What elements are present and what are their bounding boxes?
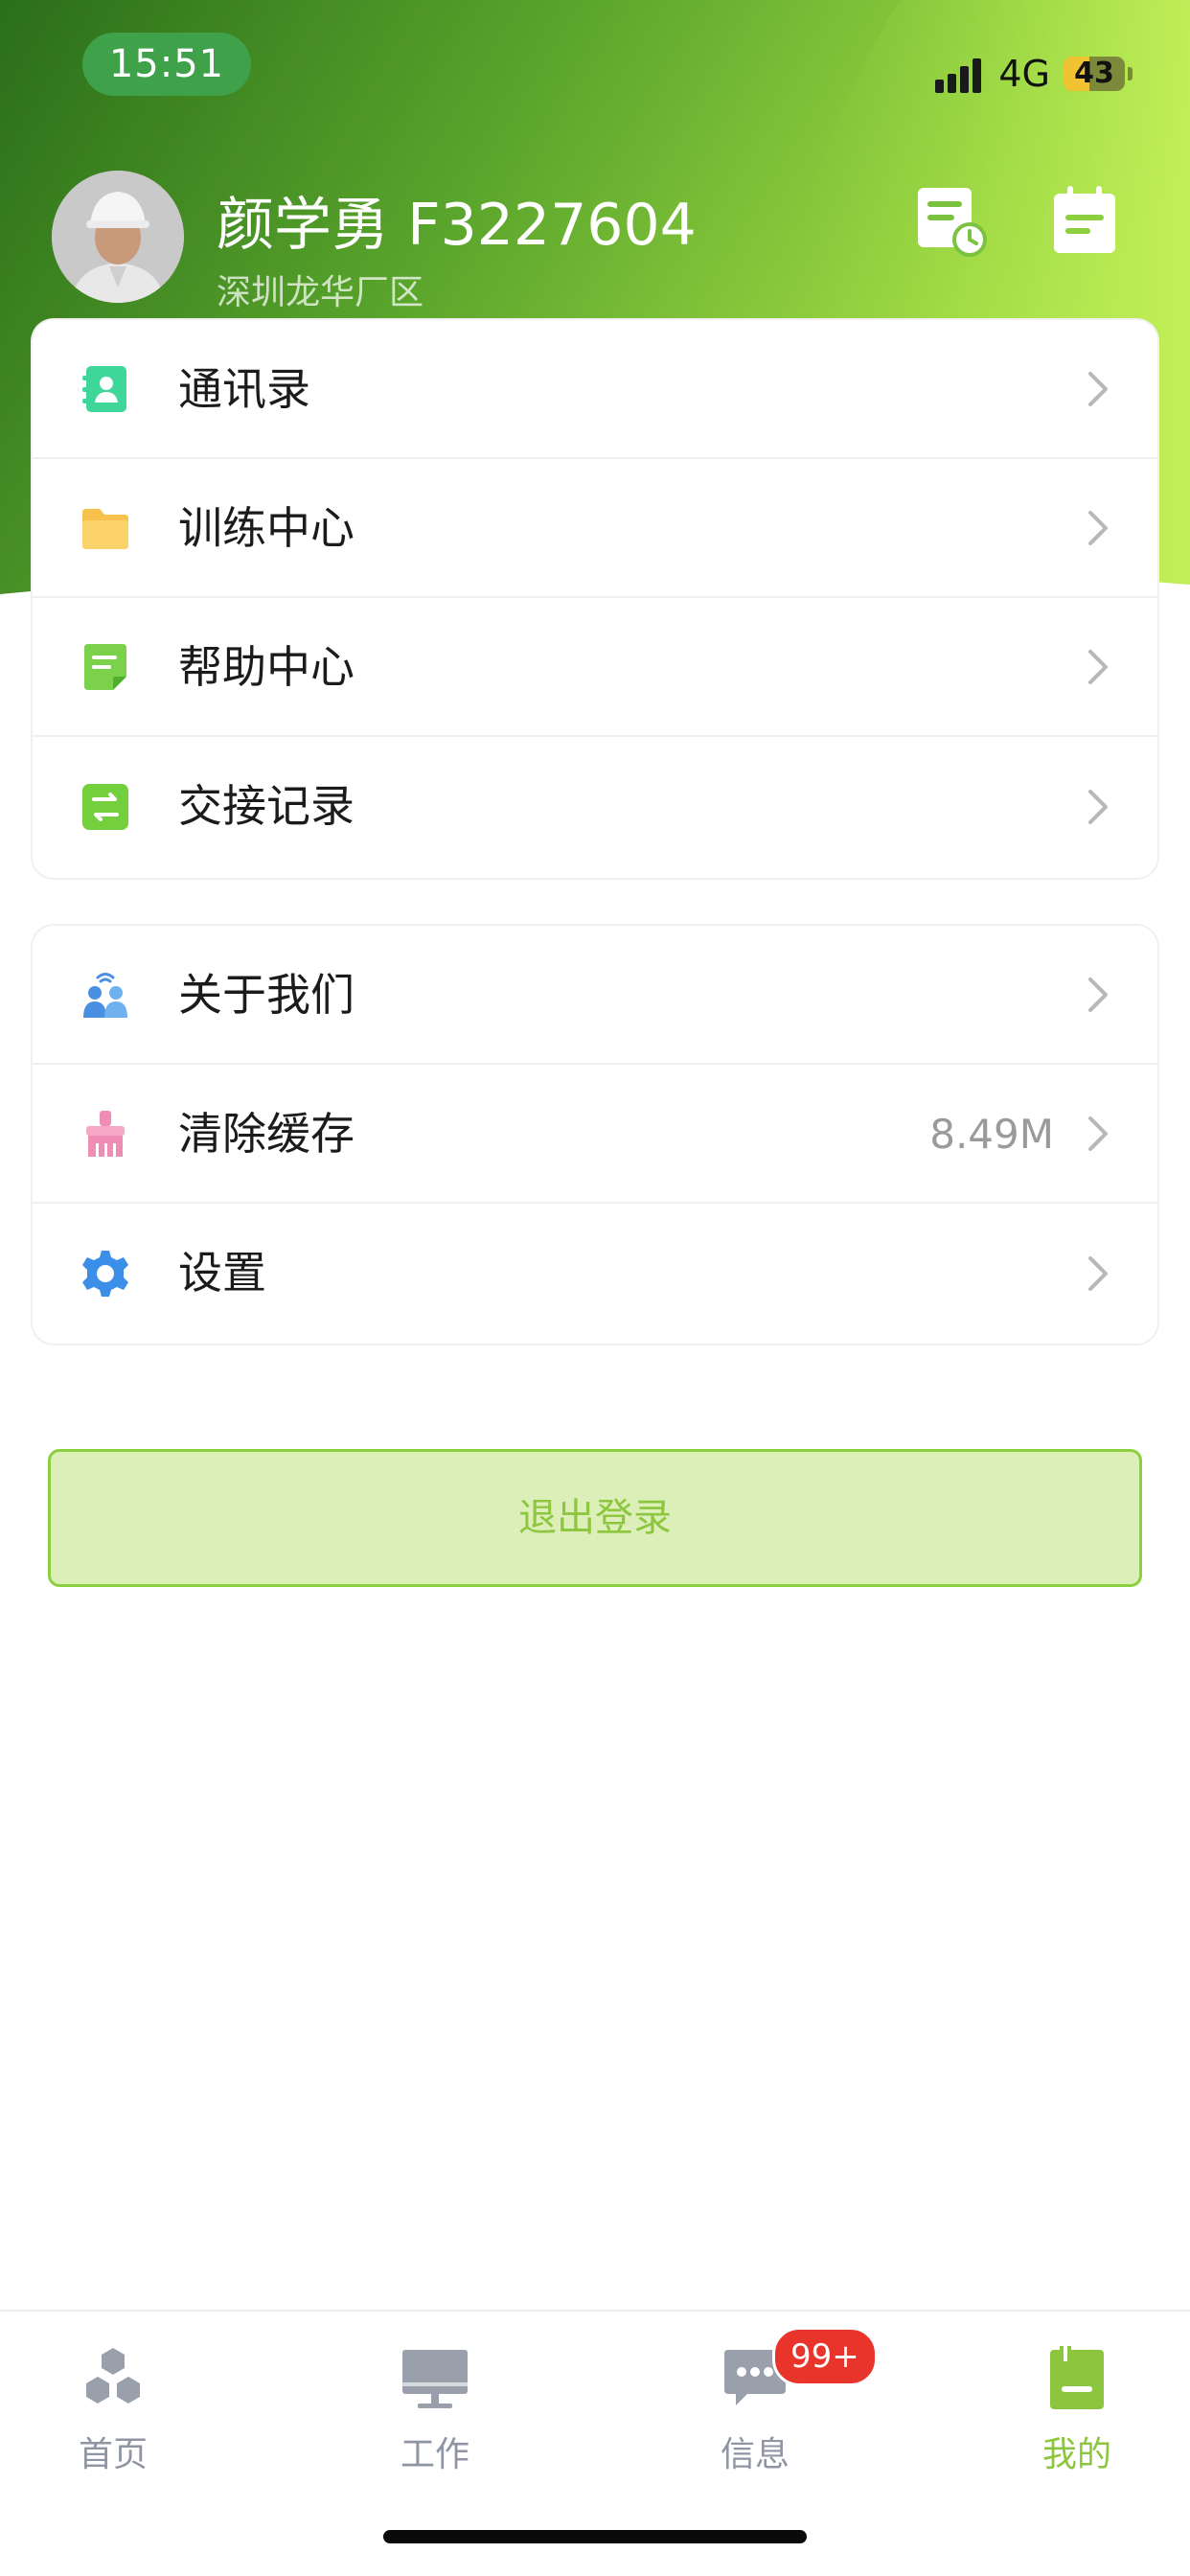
tab-mine[interactable]: 我的	[972, 2344, 1182, 2478]
user-site: 深圳龙华厂区	[217, 273, 424, 312]
menu-item-help-center[interactable]: 帮助中心	[33, 598, 1157, 737]
tab-label: 工作	[400, 2435, 469, 2474]
tab-messages[interactable]: 99+ 信息	[650, 2327, 878, 2478]
signal-icon	[935, 55, 985, 93]
menu-item-handover-records[interactable]: 交接记录	[33, 737, 1157, 876]
chevron-right-icon	[1088, 789, 1108, 824]
brush-icon	[86, 1110, 125, 1157]
tab-label: 我的	[1041, 2435, 1111, 2474]
help-doc-icon	[84, 643, 126, 690]
menu-item-label: 设置	[178, 1247, 266, 1299]
chevron-right-icon	[1088, 977, 1108, 1012]
task-note-icon[interactable]	[1048, 184, 1121, 257]
battery-level: 43	[1074, 57, 1114, 90]
tab-home[interactable]: 首页	[8, 2344, 218, 2478]
menu-item-about-us[interactable]: 关于我们	[33, 926, 1157, 1065]
menu-item-contacts[interactable]: 通讯录	[33, 320, 1157, 459]
menu-card-primary: 通讯录 训练中心 帮助中心 交接记录	[33, 320, 1157, 878]
chevron-right-icon	[1088, 1255, 1108, 1291]
menu-item-label: 帮助中心	[178, 641, 355, 693]
profile-page: 15:51 4G 43 颜学勇 F3227604 深圳龙华厂区 通讯录 训练中心…	[0, 0, 1190, 2576]
chevron-right-icon	[1088, 649, 1108, 684]
menu-item-label: 关于我们	[178, 969, 355, 1021]
avatar[interactable]	[52, 171, 184, 303]
menu-item-label: 交接记录	[178, 780, 355, 832]
chevron-right-icon	[1088, 371, 1108, 406]
profile-doc-icon	[1050, 2346, 1104, 2409]
handover-icon	[82, 783, 128, 830]
hexagons-icon	[86, 2348, 140, 2404]
menu-item-clear-cache[interactable]: 清除缓存 8.49M	[33, 1065, 1157, 1204]
menu-item-label: 通讯录	[178, 363, 310, 415]
tab-label: 信息	[720, 2435, 790, 2474]
schedule-doc-icon[interactable]	[914, 184, 987, 257]
monitor-icon	[402, 2350, 468, 2408]
menu-item-settings[interactable]: 设置	[33, 1204, 1157, 1343]
chevron-right-icon	[1088, 1116, 1108, 1151]
unread-badge: 99+	[772, 2327, 878, 2386]
battery-icon: 43	[1064, 57, 1125, 91]
gear-icon	[82, 1250, 128, 1297]
folder-icon	[82, 508, 128, 549]
cache-size-value: 8.49M	[929, 1111, 1054, 1158]
home-indicator	[383, 2530, 807, 2543]
about-us-icon	[83, 972, 127, 1018]
menu-item-label: 清除缓存	[178, 1108, 355, 1160]
chevron-right-icon	[1088, 510, 1108, 545]
status-time: 15:51	[82, 33, 251, 96]
menu-item-label: 训练中心	[178, 502, 355, 554]
network-type: 4G	[998, 53, 1050, 95]
tab-work[interactable]: 工作	[330, 2344, 540, 2478]
menu-card-secondary: 关于我们 清除缓存 8.49M 设置	[33, 926, 1157, 1344]
tab-label: 首页	[78, 2435, 148, 2474]
menu-item-training-center[interactable]: 训练中心	[33, 459, 1157, 598]
logout-button[interactable]: 退出登录	[48, 1449, 1142, 1587]
user-name: 颜学勇 F3227604	[217, 192, 697, 259]
contacts-icon	[82, 365, 126, 412]
status-indicators: 4G 43	[935, 50, 1133, 98]
